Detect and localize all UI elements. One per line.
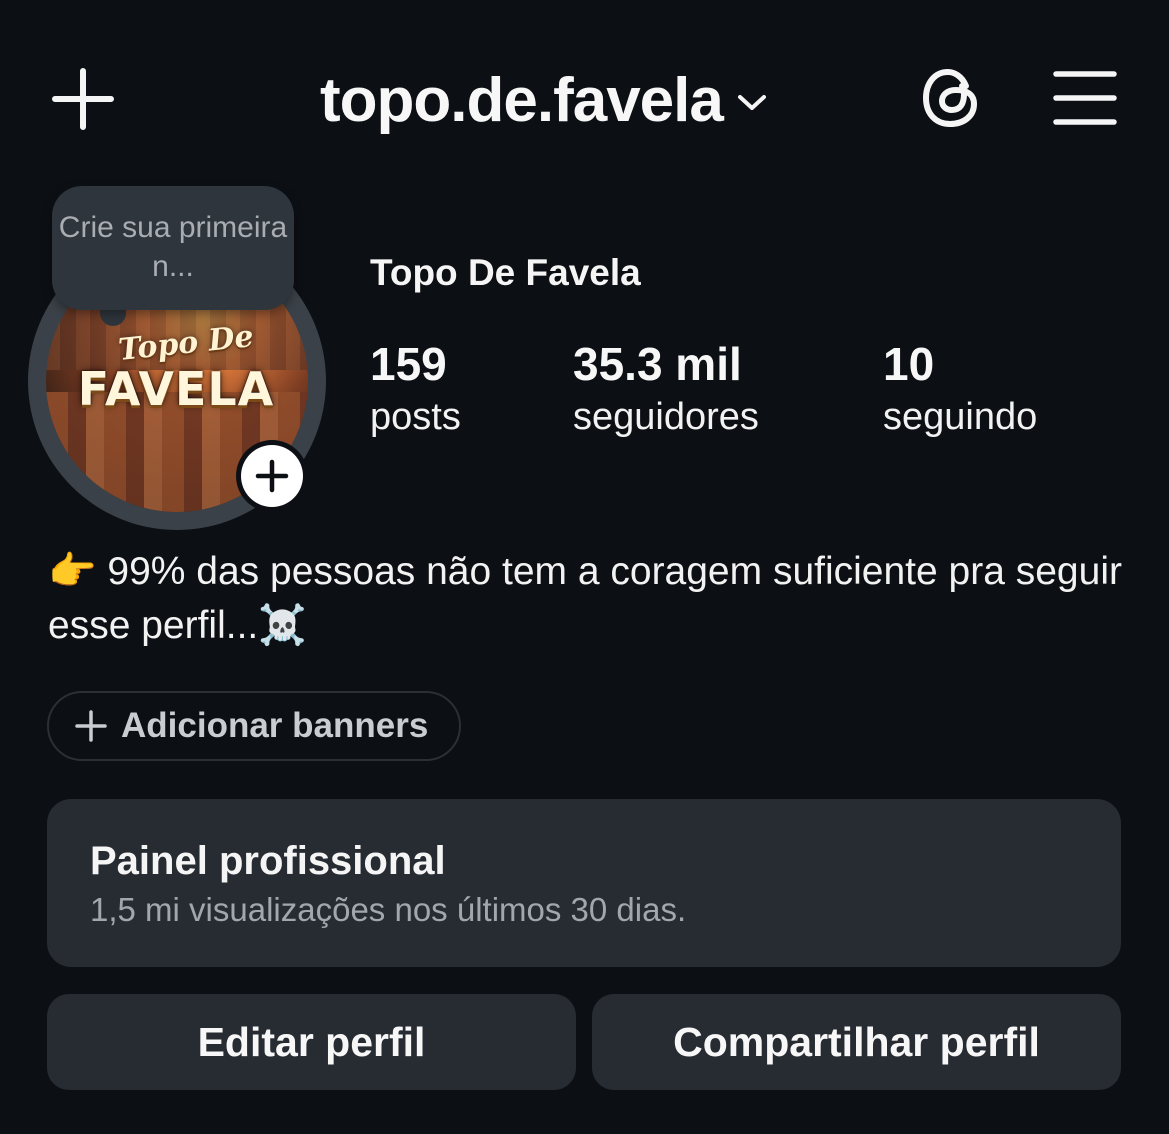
create-button[interactable] [50, 66, 116, 132]
plus-icon [52, 68, 114, 130]
share-profile-button[interactable]: Compartilhar perfil [592, 994, 1121, 1090]
profile-name: Topo De Favela [370, 252, 641, 293]
dashboard-subtitle: 1,5 mi visualizações nos últimos 30 dias… [90, 891, 687, 928]
note-bubble[interactable]: Crie sua primeira n... [52, 186, 294, 310]
add-banners-label: Adicionar banners [121, 706, 429, 745]
plus-icon [75, 710, 107, 742]
stat-following[interactable]: 10 seguindo [883, 336, 1037, 442]
stat-posts[interactable]: 159 posts [370, 336, 461, 442]
stat-followers[interactable]: 35.3 mil seguidores [573, 336, 759, 442]
hamburger-menu-icon[interactable] [1052, 68, 1118, 128]
stat-value: 159 [370, 338, 447, 390]
stat-value: 35.3 mil [573, 338, 742, 390]
note-text: Crie sua primeira n... [58, 211, 288, 283]
username-title: topo.de.favela [320, 65, 724, 135]
stat-value: 10 [883, 338, 935, 390]
dashboard-title: Painel profissional [90, 839, 446, 883]
threads-icon[interactable] [918, 64, 986, 132]
stat-label: seguindo [883, 396, 1038, 438]
stat-label: seguidores [573, 396, 759, 438]
avatar-logo-main: FAVELA [77, 362, 275, 416]
professional-dashboard-card[interactable]: Painel profissional 1,5 mi visualizações… [47, 799, 1121, 967]
profile-bio: 👉 99% das pessoas não tem a coragem sufi… [48, 550, 1122, 647]
edit-profile-button[interactable]: Editar perfil [47, 994, 576, 1090]
chevron-down-icon [737, 95, 766, 110]
add-banners-button[interactable]: Adicionar banners [47, 691, 461, 761]
plus-icon [255, 459, 289, 493]
stat-label: posts [370, 396, 461, 438]
username-switcher[interactable]: topo.de.favela [320, 60, 767, 140]
add-story-button[interactable] [236, 440, 308, 512]
